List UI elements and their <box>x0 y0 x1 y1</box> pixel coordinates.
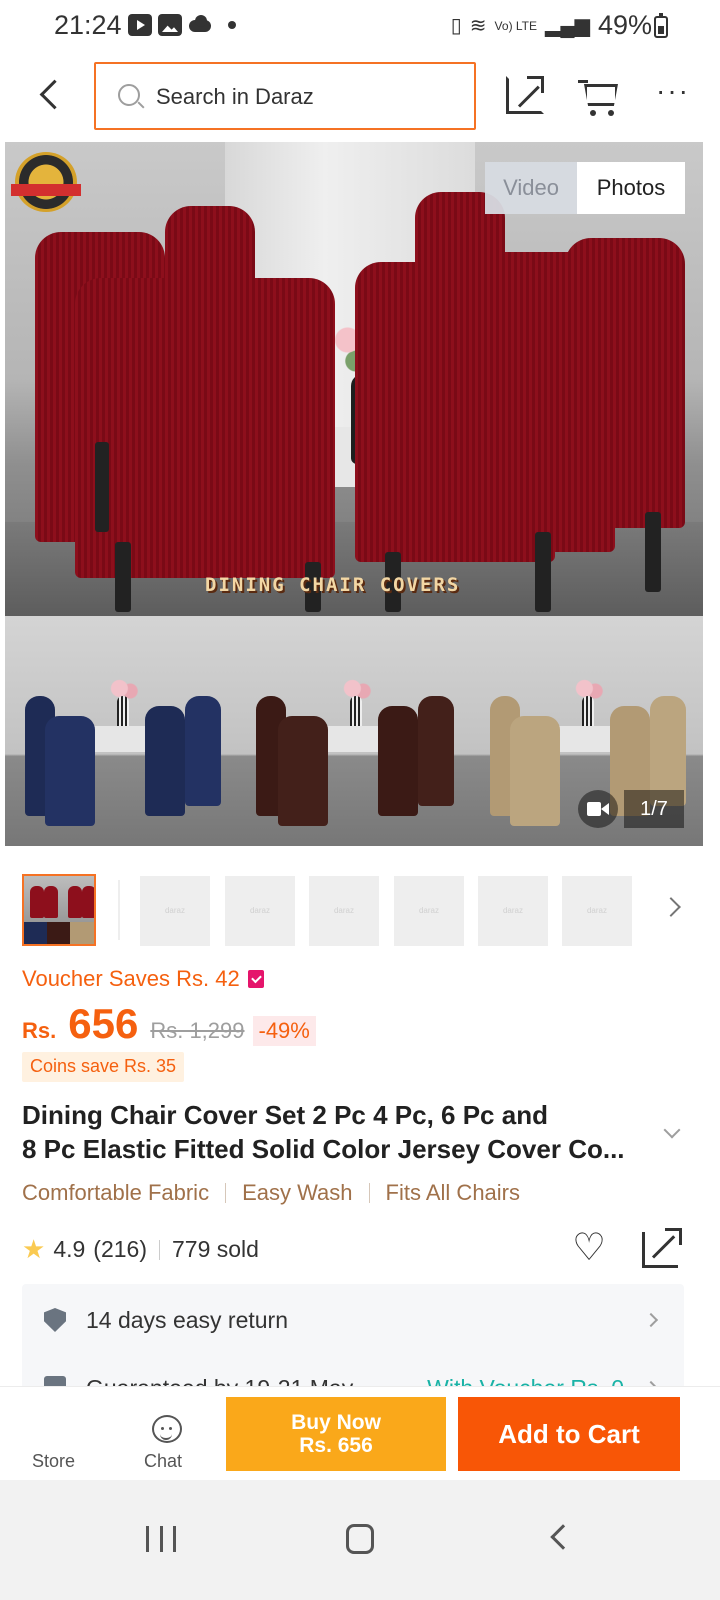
product-title[interactable]: Dining Chair Cover Set 2 Pc 4 Pc, 6 Pc a… <box>22 1098 662 1166</box>
system-navigation-bar <box>0 1480 720 1600</box>
battery-percent: 49% <box>597 10 652 40</box>
current-price: 656 <box>68 1000 139 1047</box>
back-button[interactable] <box>30 76 66 116</box>
add-to-cart-button[interactable]: Add to Cart <box>458 1397 680 1471</box>
tab-video[interactable]: Video <box>485 162 577 214</box>
variant-navy-image <box>5 616 238 846</box>
battery-icon <box>654 13 668 38</box>
more-notifications-dot <box>228 21 236 29</box>
thumbnail-selected[interactable] <box>22 874 96 946</box>
review-count: (216) <box>93 1236 147 1262</box>
youtube-icon <box>128 14 152 36</box>
more-options-icon[interactable]: ··· <box>656 77 690 105</box>
variant-brown-image <box>237 616 471 846</box>
search-placeholder: Search in Daraz <box>156 84 314 109</box>
cart-icon[interactable] <box>578 78 620 118</box>
voucher-savings[interactable]: Voucher Saves Rs. 42 <box>22 966 264 992</box>
guarantee-badge <box>11 152 81 212</box>
search-input[interactable]: Search in Daraz <box>94 62 476 130</box>
thumbnail[interactable] <box>309 876 379 946</box>
return-policy-row[interactable]: 14 days easy return <box>22 1288 684 1352</box>
home-icon[interactable] <box>346 1524 374 1554</box>
rating-value: 4.9 <box>53 1236 86 1262</box>
price-row: Rs. 656 Rs. 1,299 -49% <box>22 1000 316 1050</box>
wifi-icon: ≋ <box>469 15 487 37</box>
recent-apps-icon[interactable] <box>146 1526 176 1552</box>
cloud-icon <box>188 14 212 36</box>
price-currency: Rs. <box>22 1018 57 1043</box>
thumbnail[interactable] <box>394 876 464 946</box>
chevron-right-icon[interactable] <box>661 897 681 917</box>
sold-count: 779 sold <box>172 1236 259 1262</box>
tag-comfortable-fabric: Comfortable Fabric <box>22 1180 210 1205</box>
shield-icon <box>44 1308 66 1332</box>
signal-icon: ▂▄▆ <box>545 15 590 37</box>
thumbnail[interactable] <box>478 876 548 946</box>
discount-badge: -49% <box>252 1016 316 1046</box>
product-tags: Comfortable Fabric Easy Wash Fits All Ch… <box>22 1180 520 1206</box>
chat-button[interactable]: Chat <box>130 1387 210 1481</box>
notification-icons <box>128 14 236 36</box>
thumbnail[interactable] <box>562 876 632 946</box>
video-icon[interactable] <box>578 790 618 828</box>
wishlist-heart-icon[interactable]: ♡ <box>568 1226 610 1269</box>
share-icon[interactable] <box>506 76 544 114</box>
coins-savings-badge: Coins save Rs. 35 <box>22 1052 185 1082</box>
image-counter: 1/7 <box>624 790 684 828</box>
thumbnail[interactable] <box>140 876 210 946</box>
chevron-down-icon[interactable] <box>663 1121 681 1139</box>
system-back-icon[interactable] <box>550 1524 576 1550</box>
star-icon: ★ <box>22 1234 46 1264</box>
buy-now-button[interactable]: Buy Now Rs. 656 <box>226 1397 446 1471</box>
voucher-icon <box>247 970 264 988</box>
gallery-icon <box>158 14 182 36</box>
tag-fits-all-chairs: Fits All Chairs <box>385 1180 521 1205</box>
thumbnail-row <box>0 870 720 950</box>
nfc-icon: ▯ <box>450 15 462 37</box>
store-button[interactable]: Store <box>20 1387 90 1481</box>
bottom-action-bar: Store Chat Buy Now Rs. 656 Add to Cart <box>0 1386 720 1480</box>
volte-icon: Vo) LTE <box>494 18 538 33</box>
chevron-right-icon <box>643 1312 659 1328</box>
tag-easy-wash: Easy Wash <box>242 1180 353 1205</box>
status-bar: 21:24 ▯ ≋ Vo) LTE ▂▄▆ 49% <box>0 0 720 52</box>
image-caption: DINING CHAIR COVERS <box>205 574 461 596</box>
service-card: 14 days easy return Guaranteed by 19-21 … <box>22 1284 684 1394</box>
chat-icon <box>152 1415 182 1443</box>
share-product-icon[interactable] <box>642 1228 682 1268</box>
search-icon <box>118 84 140 106</box>
status-time: 21:24 <box>54 10 122 40</box>
thumbnail[interactable] <box>225 876 295 946</box>
top-header: Search in Daraz ··· <box>0 52 720 140</box>
original-price: Rs. 1,299 <box>150 1018 245 1043</box>
rating-row[interactable]: ★ 4.9 (216) 779 sold <box>22 1234 259 1265</box>
tab-photos[interactable]: Photos <box>577 162 685 214</box>
media-toggle: Video Photos <box>485 162 685 214</box>
product-main-image[interactable]: DINING CHAIR COVERS Video Photos <box>5 142 703 616</box>
system-indicators: ▯ ≋ Vo) LTE ▂▄▆ 49% <box>451 10 652 41</box>
